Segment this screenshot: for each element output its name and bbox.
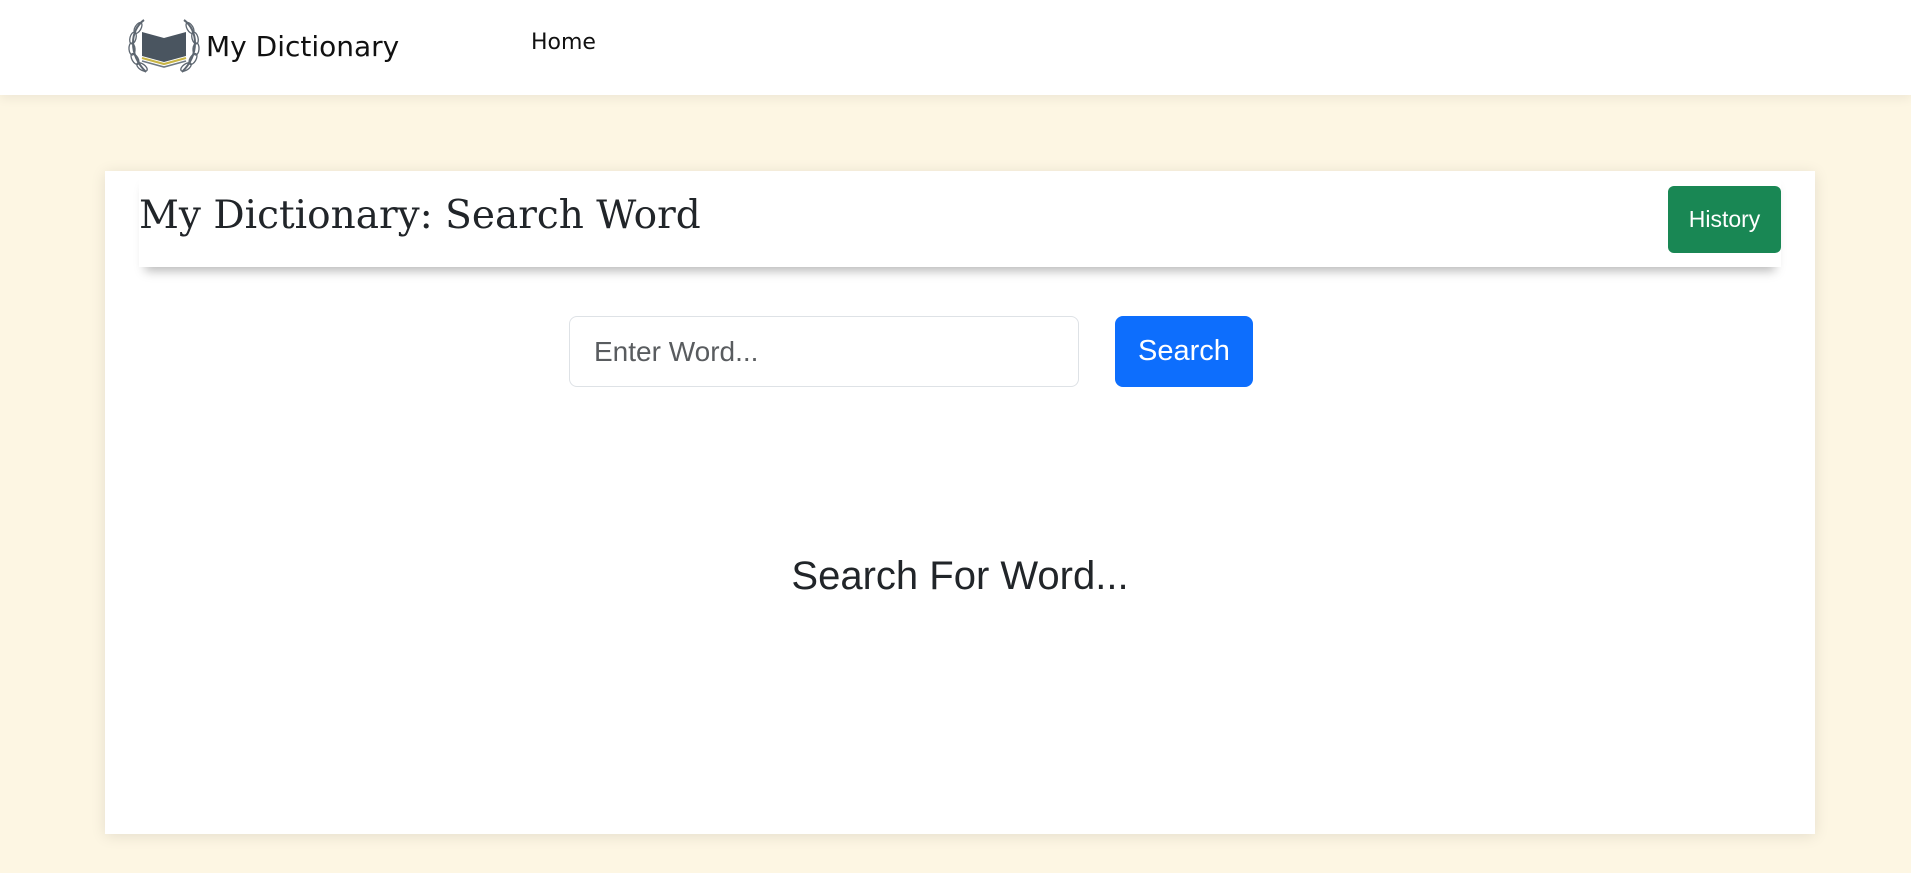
card-header: My Dictionary: Search Word History <box>139 171 1781 267</box>
history-button[interactable]: History <box>1668 186 1781 253</box>
open-book-laurel-icon <box>128 19 200 73</box>
nav-link-home[interactable]: Home <box>531 30 596 55</box>
navbar: My Dictionary Home <box>0 0 1911 95</box>
brand-name: My Dictionary <box>206 29 400 63</box>
search-card: My Dictionary: Search Word History Searc… <box>105 171 1815 834</box>
search-input[interactable] <box>569 316 1079 387</box>
page-title: My Dictionary: Search Word <box>139 193 701 238</box>
result-placeholder-message: Search For Word... <box>791 554 1129 598</box>
brand-link[interactable]: My Dictionary <box>124 14 399 78</box>
search-button[interactable]: Search <box>1115 316 1253 387</box>
